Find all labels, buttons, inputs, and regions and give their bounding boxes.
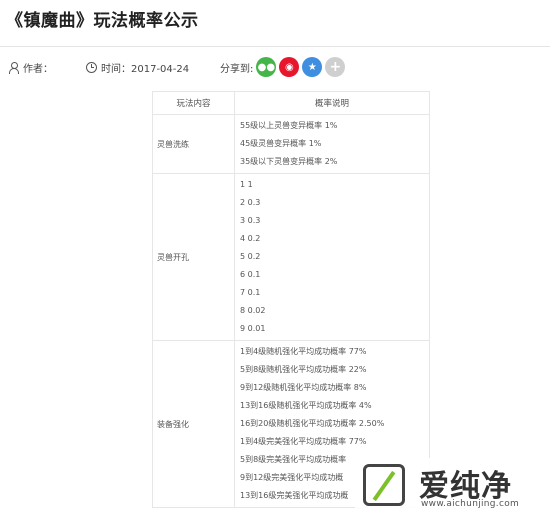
probability-line: 55级以上灵兽变异概率 1% bbox=[240, 121, 338, 130]
probability-line: 7 0.1 bbox=[240, 288, 261, 297]
row-category: 装备强化 bbox=[152, 340, 235, 508]
probability-line: 4 0.2 bbox=[240, 234, 261, 243]
probability-line: 13到16级随机强化平均成功概率 4% bbox=[240, 401, 372, 410]
table-row: 灵兽开孔 1 1 2 0.3 3 0.3 4 0.2 5 0.2 6 0.1 7 0.1 8 0… bbox=[152, 173, 430, 341]
probability-line: 9 0.01 bbox=[240, 324, 266, 333]
table-row: 灵兽洗练 55级以上灵兽变异概率 1% 45级灵兽变异概率 1% 35级以下灵兽变异概… bbox=[152, 114, 430, 174]
probability-line: 2 0.3 bbox=[240, 198, 261, 207]
publish-time: 时间：2017-04-24 bbox=[86, 60, 189, 75]
site-url: www.aichunjing.com bbox=[421, 499, 520, 509]
probability-line: 45级灵兽变异概率 1% bbox=[240, 139, 322, 148]
share-label: 分享到: bbox=[220, 64, 254, 75]
probability-line: 5 0.2 bbox=[240, 252, 261, 261]
probability-line: 1到4级完美强化平均成功概率 77% bbox=[240, 437, 367, 446]
row-probabilities: 1 1 2 0.3 3 0.3 4 0.2 5 0.2 6 0.1 7 0.1 8 0.02 9… bbox=[234, 173, 430, 341]
article-meta: 作者： 时间：2017-04-24 分享到: ●● ◉ ★ + bbox=[0, 57, 550, 77]
author-label: 作者： bbox=[23, 64, 53, 75]
table-header-row: 玩法内容 概率说明 bbox=[152, 91, 430, 115]
row-probabilities: 55级以上灵兽变异概率 1% 45级灵兽变异概率 1% 35级以下灵兽变异概率 2% bbox=[234, 114, 430, 174]
table-body: 灵兽洗练 55级以上灵兽变异概率 1% 45级灵兽变异概率 1% 35级以下灵兽变异概… bbox=[152, 114, 430, 508]
author-info: 作者： bbox=[8, 60, 53, 75]
time-label: 时间：2017-04-24 bbox=[101, 64, 190, 75]
site-watermark: 爱纯净 www.aichunjing.com bbox=[355, 458, 550, 514]
title-divider bbox=[0, 46, 550, 47]
header-probability-desc: 概率说明 bbox=[234, 91, 430, 115]
plus-icon[interactable]: + bbox=[325, 57, 346, 77]
probability-line: 35级以下灵兽变异概率 2% bbox=[240, 157, 338, 166]
probability-line: 1到4级随机强化平均成功概率 77% bbox=[240, 347, 367, 356]
probability-line: 6 0.1 bbox=[240, 270, 261, 279]
site-logo-icon bbox=[363, 464, 405, 506]
probability-line: 8 0.02 bbox=[240, 306, 266, 315]
probability-line: 3 0.3 bbox=[240, 216, 261, 225]
user-icon bbox=[8, 62, 19, 74]
probability-line: 16到20级随机强化平均成功概率 2.50% bbox=[240, 419, 385, 428]
probability-table: 玩法内容 概率说明 灵兽洗练 55级以上灵兽变异概率 1% 45级灵兽变异概率 1%… bbox=[152, 91, 430, 508]
clock-icon bbox=[86, 62, 97, 73]
probability-line: 1 1 bbox=[240, 180, 253, 189]
wechat-icon[interactable]: ●● bbox=[256, 57, 277, 77]
probability-table-wrapper: 玩法内容 概率说明 灵兽洗练 55级以上灵兽变异概率 1% 45级灵兽变异概率 1%… bbox=[152, 91, 430, 508]
row-category: 灵兽开孔 bbox=[152, 173, 235, 341]
share-bar: 分享到: ●● ◉ ★ + bbox=[220, 57, 346, 77]
page-title: 《镇魔曲》玩法概率公示 bbox=[6, 11, 199, 31]
header-play-content: 玩法内容 bbox=[152, 91, 235, 115]
qzone-icon[interactable]: ★ bbox=[302, 57, 323, 77]
probability-line: 5到8级随机强化平均成功概率 22% bbox=[240, 365, 367, 374]
row-category: 灵兽洗练 bbox=[152, 114, 235, 174]
probability-line: 9到12级随机强化平均成功概率 8% bbox=[240, 383, 367, 392]
weibo-icon[interactable]: ◉ bbox=[279, 57, 300, 77]
